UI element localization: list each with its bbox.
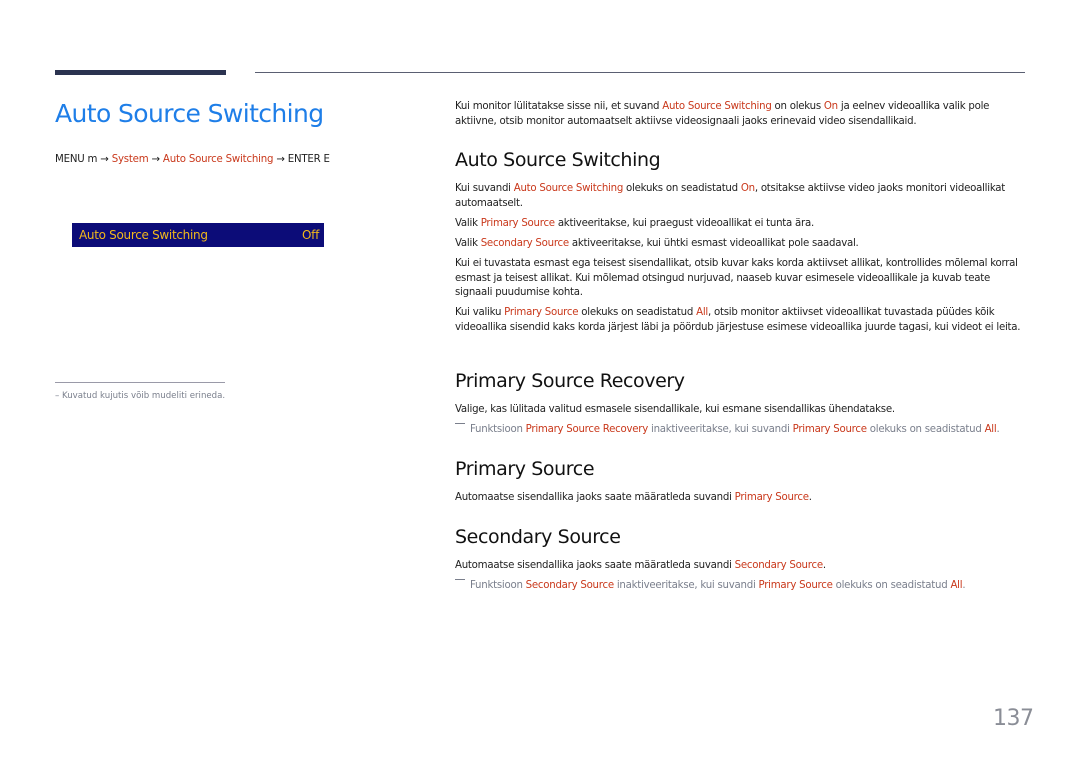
highlight-term: On — [823, 101, 838, 112]
paragraph: Valige, kas lülitada valitud esmasele si… — [455, 404, 895, 415]
text: . — [808, 492, 812, 503]
menu-path-arrow: → — [276, 154, 285, 165]
text: olekuks on seadistatud — [866, 424, 985, 435]
highlight-term: On — [740, 183, 755, 194]
highlight-term: Primary Source Recovery — [525, 424, 649, 435]
osd-setting-label: Auto Source Switching — [79, 228, 208, 242]
text: inaktiveeritakse, kui suvandi — [613, 580, 759, 591]
highlight-term: Primary Source — [480, 218, 555, 229]
section-heading-primary-source: Primary Source — [455, 458, 595, 480]
header-bar — [55, 70, 226, 75]
osd-setting-row: Auto Source Switching Off — [72, 223, 324, 247]
page-number: 137 — [993, 706, 1034, 731]
text: Valik — [455, 238, 481, 249]
highlight-term: All — [696, 307, 708, 318]
paragraph: Kui valiku Primary Source olekuks on sea… — [455, 306, 1023, 335]
paragraph: Automaatse sisendallika jaoks saate määr… — [455, 559, 1023, 574]
highlight-term: Auto Source Switching — [662, 101, 772, 112]
text: aktiveeritakse, kui praegust videoallika… — [554, 218, 814, 229]
highlight-term: Primary Source — [734, 492, 809, 503]
osd-setting-value: Off — [302, 228, 319, 242]
text: inaktiveeritakse, kui suvandi — [648, 424, 793, 435]
text: olekuks on seadistatud — [832, 580, 951, 591]
highlight-term: Secondary Source — [734, 560, 823, 571]
text: aktiveeritakse, kui ühtki esmast videoal… — [568, 238, 859, 249]
section-heading-primary-source-recovery: Primary Source Recovery — [455, 370, 685, 392]
paragraph: Kui ei tuvastata esmast ega teisest sise… — [455, 258, 1018, 299]
highlight-term: Secondary Source — [525, 580, 614, 591]
highlight-term: Primary Source — [792, 424, 867, 435]
paragraph: Automaatse sisendallika jaoks saate määr… — [455, 491, 1023, 506]
highlight-term: Primary Source — [504, 307, 579, 318]
header-rule — [255, 72, 1025, 73]
text: Valik — [455, 218, 481, 229]
highlight-term: Primary Source — [758, 580, 833, 591]
paragraph: Valik Secondary Source aktiveeritakse, k… — [455, 237, 1023, 252]
text: Kui monitor lülitatakse sisse nii, et su… — [455, 101, 663, 112]
text: . — [822, 560, 826, 571]
highlight-term: Secondary Source — [480, 238, 569, 249]
text: Funktsioon — [470, 424, 526, 435]
text: . — [996, 424, 1000, 435]
menu-path-arrow: → — [151, 154, 161, 165]
tip-note: Funktsioon Primary Source Recovery inakt… — [455, 423, 1000, 435]
paragraph: Kui suvandi Auto Source Switching olekuk… — [455, 182, 1023, 211]
menu-path: MENU m → System → Auto Source Switching … — [55, 154, 330, 165]
text: olekuks on seadistatud — [578, 307, 697, 318]
section-heading-auto-source-switching: Auto Source Switching — [455, 149, 661, 171]
text: Kui suvandi — [455, 183, 514, 194]
tip-dash-icon — [455, 579, 465, 580]
tip-dash-icon — [455, 423, 465, 424]
intro-paragraph: Kui monitor lülitatakse sisse nii, et su… — [455, 100, 1023, 129]
section-heading-secondary-source: Secondary Source — [455, 526, 621, 548]
text: Automaatse sisendallika jaoks saate määr… — [455, 560, 735, 571]
menu-path-enter: ENTER E — [287, 154, 330, 165]
text: Automaatse sisendallika jaoks saate määr… — [455, 492, 735, 503]
menu-path-menu: MENU m → — [55, 154, 109, 165]
highlight-term: All — [984, 424, 997, 435]
menu-path-system: System — [111, 154, 149, 165]
text: on olekus — [771, 101, 824, 112]
tip-note: Funktsioon Secondary Source inaktiveerit… — [455, 579, 966, 591]
highlight-term: Auto Source Switching — [513, 183, 624, 194]
text: Funktsioon — [470, 580, 526, 591]
text: olekuks on seadistatud — [623, 183, 741, 194]
text: Kui valiku — [455, 307, 505, 318]
image-note: – Kuvatud kujutis võib mudeliti erineda. — [55, 391, 226, 401]
highlight-term: All — [950, 580, 963, 591]
page-title: Auto Source Switching — [55, 99, 324, 128]
note-divider — [55, 382, 225, 383]
paragraph: Valik Primary Source aktiveeritakse, kui… — [455, 217, 1023, 232]
text: . — [962, 580, 966, 591]
menu-path-item: Auto Source Switching — [162, 154, 274, 165]
